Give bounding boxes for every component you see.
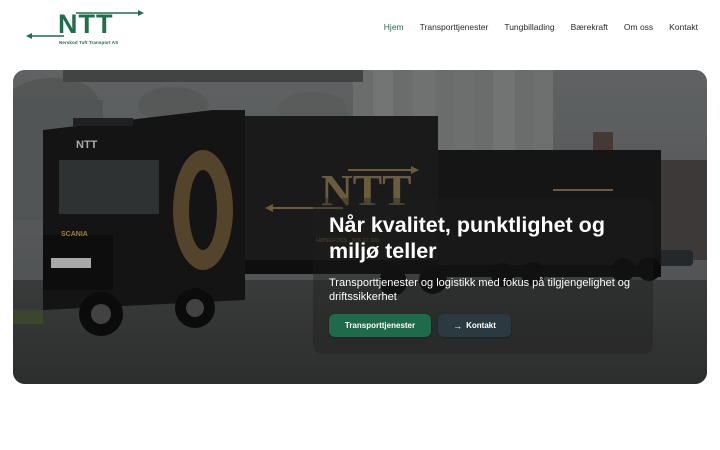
hero-section: NTT NTT SCANIA HØNEFOSS · 976 27 320 Når… bbox=[13, 70, 707, 384]
nav-item-transporttjenester[interactable]: Transporttjenester bbox=[420, 22, 489, 32]
logo-wordmark: NTT bbox=[58, 9, 114, 39]
kontakt-button-label: Kontakt bbox=[466, 321, 496, 330]
site-header: NTT Nerskod Tuft Transport AS Hjem Trans… bbox=[0, 0, 720, 58]
nav-item-hjem[interactable]: Hjem bbox=[384, 22, 404, 32]
hero-subtitle: Transporttjenester og logistikk med foku… bbox=[329, 277, 631, 303]
logo-subtitle: Nerskod Tuft Transport AS bbox=[59, 40, 119, 45]
nav-item-baerekraft[interactable]: Bærekraft bbox=[571, 22, 608, 32]
kontakt-button[interactable]: → Kontakt bbox=[438, 314, 511, 337]
arrow-right-icon: → bbox=[453, 320, 463, 331]
nav-item-om-oss[interactable]: Om oss bbox=[624, 22, 653, 32]
hero-title: Når kvalitet, punktlighet og miljø telle… bbox=[329, 213, 605, 263]
nav-item-tungbillading[interactable]: Tungbillading bbox=[504, 22, 554, 32]
brand-logo[interactable]: NTT Nerskod Tuft Transport AS bbox=[26, 9, 146, 47]
nav-item-kontakt[interactable]: Kontakt bbox=[669, 22, 698, 32]
main-nav: Hjem Transporttjenester Tungbillading Bæ… bbox=[368, 22, 698, 32]
transporttjenester-button-label: Transporttjenester bbox=[344, 321, 416, 330]
transporttjenester-button[interactable]: Transporttjenester bbox=[329, 314, 431, 337]
